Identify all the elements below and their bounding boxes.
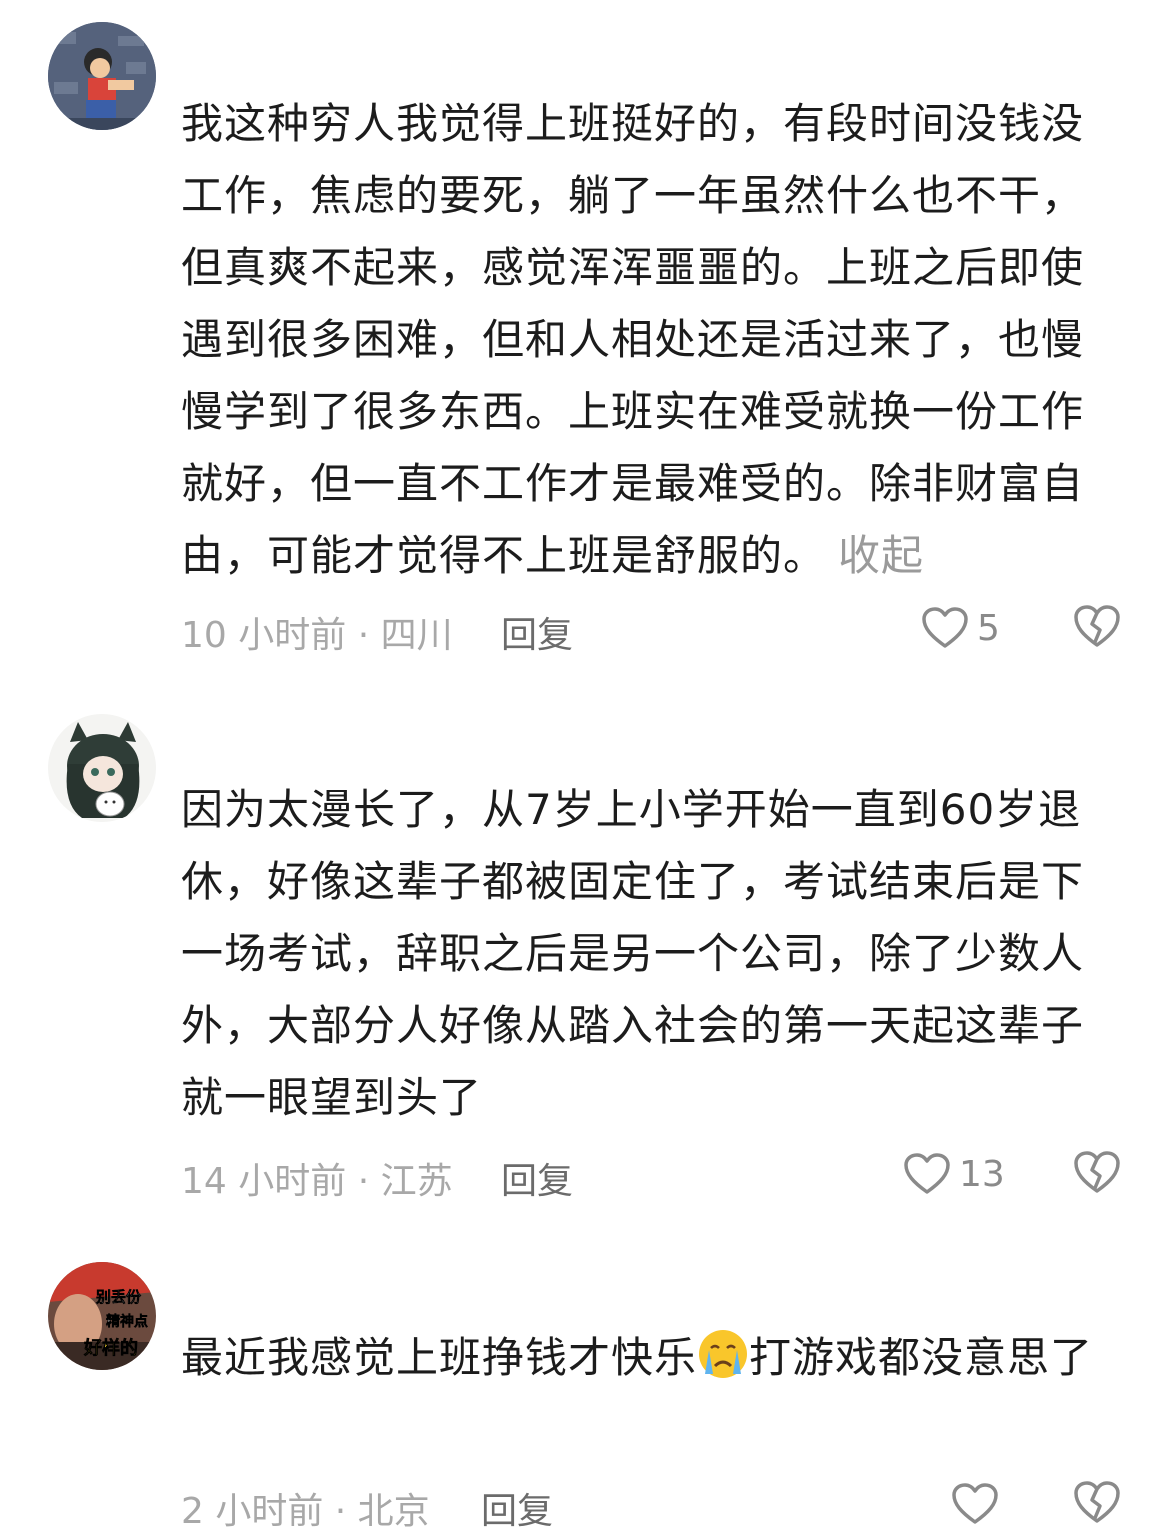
avatar-caption-1: 别丢份 (95, 1288, 142, 1306)
comment-text: 因为太漫长了，从7岁上小学开始一直到60岁退休，好像这辈子都被固定住了，考试结束… (181, 774, 1111, 1134)
avatar-image (48, 22, 156, 130)
avatar-caption-2: 精神点 (106, 1313, 148, 1330)
broken-heart-icon[interactable] (1073, 1148, 1121, 1196)
comment-text: 最近我感觉上班挣钱才快乐 打游戏都没意思了 (181, 1322, 1111, 1394)
like-count: 5 (977, 607, 1000, 649)
time-location: 2 小时前 · 北京 (181, 1491, 430, 1532)
heart-icon (952, 1483, 998, 1524)
time-location: 10 小时前 · 四川 (181, 615, 453, 656)
avatar-image: 别丢份 精神点 好样的 (48, 1262, 156, 1370)
broken-heart-icon[interactable] (1073, 602, 1121, 650)
reply-button[interactable]: 回复 (501, 606, 573, 658)
comment-content: 我这种穷人我觉得上班挺好的，有段时间没钱没工作，焦虑的要死，躺了一年虽然什么也不… (181, 99, 1085, 580)
comment-meta: 2 小时前 · 北京 回复 (181, 1474, 1121, 1534)
comment-meta: 10 小时前 · 四川 回复 5 (181, 598, 1121, 658)
broken-heart-icon[interactable] (1073, 1478, 1121, 1526)
like-button[interactable] (951, 1474, 1007, 1534)
comment-meta: 14 小时前 · 江苏 回复 13 (181, 1144, 1121, 1204)
heart-icon (922, 607, 968, 648)
reply-button[interactable]: 回复 (501, 1152, 573, 1204)
time-location: 14 小时前 · 江苏 (181, 1161, 453, 1202)
avatar-image (48, 714, 156, 822)
like-button[interactable]: 13 (903, 1144, 1005, 1204)
collapse-button[interactable]: 收起 (838, 531, 924, 580)
avatar-caption-3: 好样的 (83, 1337, 138, 1359)
like-count: 13 (959, 1153, 1005, 1195)
avatar[interactable] (48, 714, 156, 822)
comment-content: 因为太漫长了，从7岁上小学开始一直到60岁退休，好像这辈子都被固定住了，考试结束… (181, 785, 1085, 1122)
avatar[interactable]: 别丢份 精神点 好样的 (48, 1262, 156, 1370)
reply-button[interactable]: 回复 (481, 1482, 553, 1534)
heart-icon (904, 1153, 950, 1194)
comment-content-part-2: 打游戏都没意思了 (749, 1333, 1094, 1382)
like-button[interactable]: 5 (921, 598, 1000, 658)
avatar[interactable] (48, 22, 156, 130)
comment-content-part-1: 最近我感觉上班挣钱才快乐 (181, 1333, 698, 1382)
crying-face-icon (699, 1330, 748, 1378)
comment-text: 我这种穷人我觉得上班挺好的，有段时间没钱没工作，焦虑的要死，躺了一年虽然什么也不… (181, 88, 1111, 592)
